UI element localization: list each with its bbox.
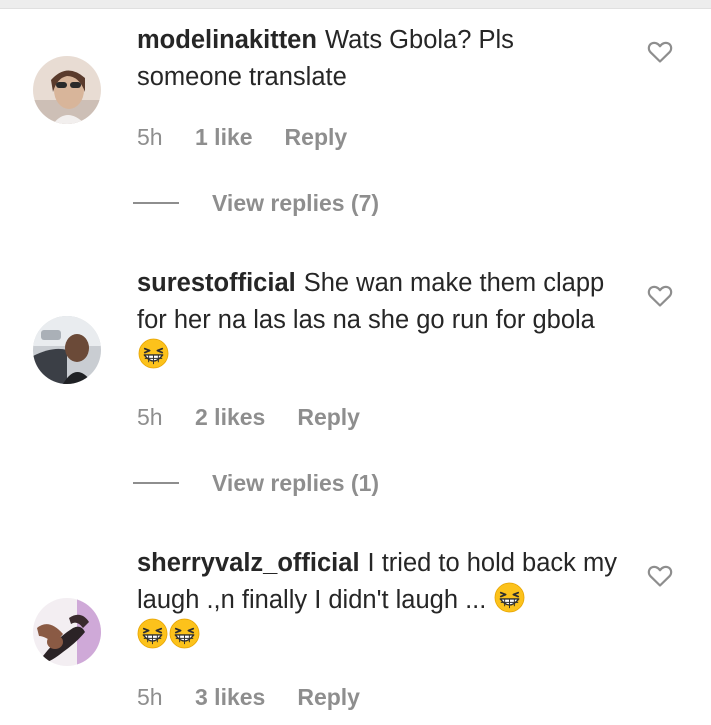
avatar[interactable] [33,598,101,666]
comment-meta: 5h 1 like Reply [137,122,347,152]
view-replies-label: View replies (1) [212,469,380,496]
grinning-squinting-face-emoji [137,618,168,649]
likes-count[interactable]: 2 likes [195,404,265,431]
replies-divider [133,482,179,484]
heart-outline-icon[interactable] [647,564,673,588]
avatar[interactable] [33,56,101,124]
reply-button[interactable]: Reply [285,124,348,151]
heart-outline-icon[interactable] [647,284,673,308]
comment-username[interactable]: surestofficial [137,269,296,297]
comment-meta: 5h 2 likes Reply [137,402,360,432]
top-divider [0,0,711,9]
comment-text: sherryvalz_official I tried to hold back … [137,545,617,655]
likes-count[interactable]: 3 likes [195,684,265,711]
reply-button[interactable]: Reply [297,404,360,431]
grinning-squinting-face-emoji [495,582,525,612]
replies-divider [133,202,179,204]
comment-meta: 5h 3 likes Reply [137,682,360,712]
comment-username[interactable]: modelinakitten [137,26,317,54]
comment-username[interactable]: sherryvalz_official [137,549,360,577]
view-replies-button[interactable]: View replies (1) [133,468,379,498]
avatar[interactable] [33,316,101,384]
view-replies-label: View replies (7) [212,189,380,216]
comment-time: 5h [137,123,163,150]
comment-text: modelinakitten Wats Gbola? Pls someone tr… [137,22,617,95]
comment-text: surestofficial She wan make them clapp fo… [137,265,617,375]
likes-count[interactable]: 1 like [195,124,253,151]
view-replies-button[interactable]: View replies (7) [133,188,379,218]
grinning-squinting-face-emoji [169,618,200,649]
heart-outline-icon[interactable] [647,40,673,64]
comment-time: 5h [137,683,163,710]
grinning-squinting-face-emoji [138,338,169,369]
comment-time: 5h [137,403,163,430]
reply-button[interactable]: Reply [297,684,360,711]
